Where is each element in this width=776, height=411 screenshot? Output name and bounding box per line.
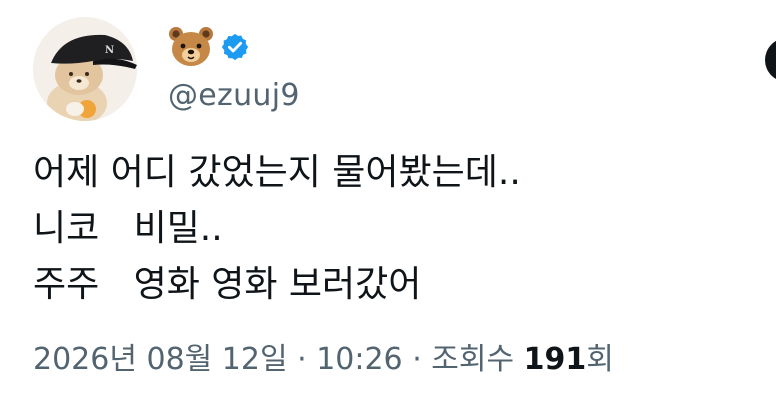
tweet-text-line: 주주 영화 영화 보러갔어: [33, 264, 422, 305]
tweet-time[interactable]: 10:26: [316, 342, 402, 377]
views-suffix: 회: [586, 342, 614, 377]
meta-separator: ·: [287, 342, 317, 377]
avatar[interactable]: N: [33, 17, 137, 121]
views-label: 조회수: [431, 342, 524, 377]
tweet-card: N @ezuuj9 어제 어디 갔었는지 물어봤는데.. 니코 비밀.. 주주 …: [0, 0, 776, 411]
more-options-button[interactable]: [765, 38, 776, 82]
svg-text:N: N: [105, 45, 114, 56]
verified-badge-icon: [220, 32, 250, 62]
meta-separator: ·: [402, 342, 432, 377]
avatar-image: N: [33, 17, 137, 121]
author-name-row[interactable]: [168, 24, 250, 70]
tweet-text-line: 어제 어디 갔었는지 물어봤는데..: [33, 152, 521, 193]
tweet-text-line: 니코 비밀..: [33, 208, 223, 249]
tweet-text: 어제 어디 갔었는지 물어봤는데.. 니코 비밀.. 주주 영화 영화 보러갔어: [33, 145, 521, 313]
views-count: 191: [523, 342, 587, 377]
tweet-meta: 2026년 08월 12일 · 10:26 · 조회수 191회: [33, 340, 614, 380]
bear-face-emoji-icon: [168, 26, 214, 68]
tweet-date[interactable]: 2026년 08월 12일: [33, 342, 288, 377]
author-handle[interactable]: @ezuuj9: [168, 76, 300, 116]
